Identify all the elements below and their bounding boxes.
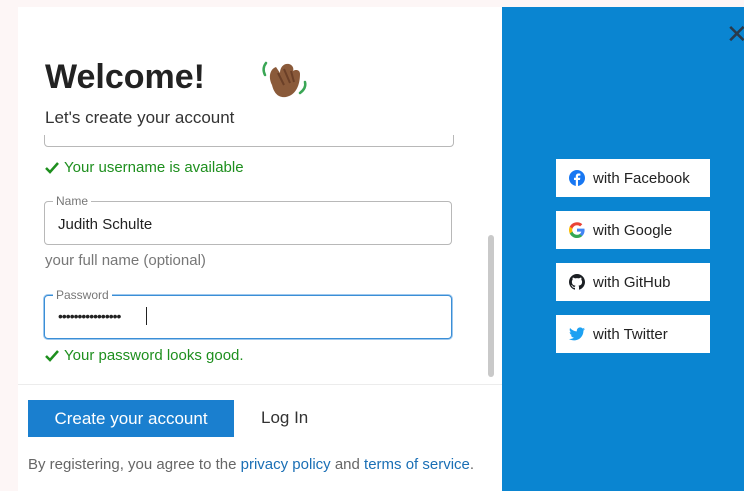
signup-dialog: Welcome! Let's create your account Your … — [18, 7, 744, 491]
google-login-label: with Google — [593, 221, 673, 239]
form-scrollbar[interactable] — [488, 235, 494, 377]
facebook-login-label: with Facebook — [593, 169, 690, 187]
name-field-label: Name — [53, 194, 92, 208]
password-field-label: Password — [53, 288, 112, 302]
google-login-button[interactable]: with Google — [556, 211, 710, 249]
github-login-button[interactable]: with GitHub — [556, 263, 710, 301]
twitter-login-label: with Twitter — [593, 325, 668, 343]
text-caret — [146, 307, 147, 325]
social-login-pane — [502, 7, 744, 491]
username-status: Your username is available — [45, 159, 244, 176]
dialog-subtitle: Let's create your account — [45, 108, 235, 127]
legal-notice: By registering, you agree to the privacy… — [28, 453, 478, 476]
form-scroll-area[interactable]: Your username is available Name Judith S… — [18, 135, 502, 385]
waving-hand-icon — [262, 61, 307, 98]
signup-form-pane: Welcome! Let's create your account Your … — [18, 7, 502, 491]
legal-middle: and — [330, 456, 365, 473]
password-status: Your password looks good. — [45, 347, 244, 364]
password-field-value: •••••••••••••••• — [58, 308, 121, 324]
name-field[interactable]: Name Judith Schulte — [44, 194, 452, 245]
dialog-title: Welcome! — [45, 58, 205, 96]
login-button[interactable]: Log In — [261, 408, 308, 428]
close-icon: ✕ — [726, 23, 744, 45]
twitter-icon — [569, 327, 585, 341]
form-divider — [18, 384, 502, 385]
check-icon — [45, 161, 59, 174]
password-status-text: Your password looks good. — [64, 347, 244, 364]
twitter-login-button[interactable]: with Twitter — [556, 315, 710, 353]
legal-suffix: . — [469, 456, 475, 473]
legal-prefix: By registering, you agree to the — [28, 456, 241, 473]
close-button[interactable]: ✕ — [726, 23, 744, 45]
facebook-icon — [569, 170, 585, 186]
google-icon — [569, 222, 585, 238]
privacy-policy-link[interactable]: privacy policy — [241, 456, 331, 473]
username-field[interactable] — [44, 135, 454, 147]
password-field[interactable]: Password •••••••••••••••• — [44, 288, 452, 339]
check-icon — [45, 349, 59, 362]
github-login-label: with GitHub — [593, 273, 671, 291]
github-icon — [569, 274, 585, 290]
create-account-button[interactable]: Create your account — [28, 400, 234, 437]
name-field-value: Judith Schulte — [58, 216, 153, 233]
facebook-login-button[interactable]: with Facebook — [556, 159, 710, 197]
terms-of-service-link[interactable]: terms of service — [364, 456, 470, 473]
username-status-text: Your username is available — [64, 159, 244, 176]
name-field-hint: your full name (optional) — [45, 252, 206, 269]
